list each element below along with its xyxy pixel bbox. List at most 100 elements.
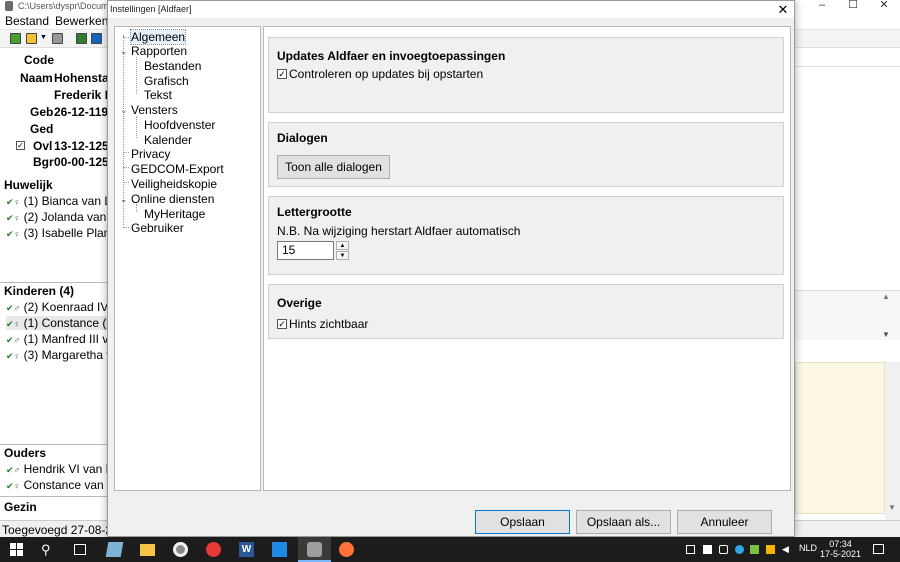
taskbar: ⚲ W ◀ NLD 07:34 17-5-2021 xyxy=(0,537,900,562)
notes-area[interactable] xyxy=(795,362,885,514)
settings-content: Updates Aldfaer en invoegtoepassingen ✓ … xyxy=(263,26,791,491)
tree-item-gedcom-export[interactable]: GEDCOM-Export xyxy=(131,162,224,176)
list-item[interactable]: ✔♀ Constance van H xyxy=(6,478,108,492)
ovl-value: 13-12-125 xyxy=(54,139,108,153)
lettergrootte-note: N.B. Na wijziging herstart Aldfaer autom… xyxy=(277,224,521,238)
tree-item-algemeen[interactable]: Algemeen xyxy=(129,29,187,45)
tree-item-hoofdvenster[interactable]: Hoofdvenster xyxy=(144,118,215,132)
right-pane: ▲ ▼ ▼ xyxy=(795,48,900,520)
check-icon: ✔♀ xyxy=(6,213,21,223)
save-icon[interactable] xyxy=(52,33,63,44)
chevron-down-icon[interactable]: ▼ xyxy=(882,330,890,339)
naam-label: Naam xyxy=(20,71,53,85)
language-indicator[interactable]: NLD xyxy=(799,543,817,553)
settings-tree: Algemeen ⌄ Rapporten Bestanden Grafisch … xyxy=(114,26,261,491)
tree-item-rapporten[interactable]: Rapporten xyxy=(131,44,187,58)
tree-item-vensters[interactable]: Vensters xyxy=(131,103,178,117)
close-icon[interactable]: ✕ xyxy=(874,0,894,13)
print-icon[interactable] xyxy=(91,33,102,44)
app-icon[interactable] xyxy=(206,542,221,557)
open-folder-icon[interactable] xyxy=(26,33,37,44)
tray-icon[interactable] xyxy=(735,545,744,554)
scrollbar[interactable] xyxy=(885,362,900,520)
dialog-title: Instellingen [Aldfaer] xyxy=(110,4,192,14)
menu-bestand[interactable]: Bestand xyxy=(5,14,49,28)
collapse-icon[interactable]: ⌄ xyxy=(120,105,128,116)
chevron-down-icon[interactable]: ▼ xyxy=(40,34,47,41)
clock[interactable]: 07:34 17-5-2021 xyxy=(818,539,863,559)
settings-app-icon[interactable] xyxy=(173,542,188,557)
menu-bewerken[interactable]: Bewerken xyxy=(55,14,108,28)
word-icon[interactable]: W xyxy=(239,542,254,557)
tree-item-online-diensten[interactable]: Online diensten xyxy=(131,192,214,206)
tray-icon[interactable] xyxy=(686,545,695,554)
list-item[interactable]: ✔♂ Hendrik VI van H xyxy=(6,462,108,476)
tree-item-myheritage[interactable]: MyHeritage xyxy=(144,207,205,221)
updates-checkbox[interactable]: ✓ xyxy=(277,69,287,79)
check-icon: ✔♂ xyxy=(6,335,21,345)
cancel-button[interactable]: Annuleer xyxy=(677,510,772,534)
spin-up-icon[interactable]: ▲ xyxy=(336,241,349,250)
overige-panel: Overige ✓ Hints zichtbaar xyxy=(268,284,784,339)
font-size-input[interactable]: 15 xyxy=(277,241,334,260)
spin-down-icon[interactable]: ▼ xyxy=(336,251,349,260)
right-header xyxy=(795,54,900,67)
check-icon: ✔♀ xyxy=(6,319,21,329)
list-item[interactable]: ✔♀ (3) Isabelle Plant xyxy=(6,226,108,240)
tree-item-privacy[interactable]: Privacy xyxy=(131,147,170,161)
settings-dialog: Instellingen [Aldfaer] ✕ Algemeen ⌄ Rapp… xyxy=(107,0,795,537)
maximize-icon[interactable]: ☐ xyxy=(843,0,863,13)
dialogen-panel: Dialogen Toon alle dialogen xyxy=(268,122,784,187)
tray-icon[interactable] xyxy=(719,545,728,554)
tree-line xyxy=(136,116,137,138)
search-icon[interactable]: ⚲ xyxy=(41,542,56,557)
firefox-icon[interactable] xyxy=(339,542,354,557)
volume-icon[interactable]: ◀ xyxy=(782,545,791,554)
updates-panel: Updates Aldfaer en invoegtoepassingen ✓ … xyxy=(268,37,784,113)
lettergrootte-panel: Lettergrootte N.B. Na wijziging herstart… xyxy=(268,196,784,275)
updates-checkbox-label[interactable]: Controleren op updates bij opstarten xyxy=(289,67,483,81)
dialogen-title: Dialogen xyxy=(277,131,328,145)
tree-item-bestanden[interactable]: Bestanden xyxy=(144,59,201,73)
notification-icon[interactable] xyxy=(873,544,884,554)
huwelijk-title: Huwelijk xyxy=(4,178,53,192)
hints-checkbox[interactable]: ✓ xyxy=(277,319,287,329)
list-item[interactable]: ✔♂ (2) Koenraad IV xyxy=(6,300,108,314)
tree-item-tekst[interactable]: Tekst xyxy=(144,88,172,102)
task-view-icon[interactable] xyxy=(74,544,86,555)
geb-value: 26-12-119 xyxy=(54,105,108,119)
tree-item-veiligheidskopie[interactable]: Veiligheidskopie xyxy=(131,177,217,191)
save-button[interactable]: Opslaan xyxy=(475,510,570,534)
tree-item-grafisch[interactable]: Grafisch xyxy=(144,74,189,88)
list-item[interactable]: ✔♂ (1) Manfred III v xyxy=(6,332,108,346)
scroll-up-icon[interactable]: ▲ xyxy=(882,292,890,301)
minimize-icon[interactable]: – xyxy=(812,0,832,13)
collapse-icon[interactable]: ⌄ xyxy=(120,46,128,57)
show-all-dialogs-button[interactable]: Toon alle dialogen xyxy=(277,155,390,179)
save-as-button[interactable]: Opslaan als... xyxy=(576,510,671,534)
close-icon[interactable]: ✕ xyxy=(772,1,794,18)
hints-checkbox-label[interactable]: Hints zichtbaar xyxy=(289,317,368,331)
tree-line xyxy=(123,182,129,183)
scroll-down-icon[interactable]: ▼ xyxy=(888,503,896,512)
app-icon[interactable] xyxy=(272,542,287,557)
file-explorer-icon[interactable] xyxy=(140,544,155,556)
check-icon: ✔♀ xyxy=(6,481,21,491)
tray-icon[interactable] xyxy=(766,545,775,554)
tree-item-kalender[interactable]: Kalender xyxy=(144,133,192,147)
shield-icon[interactable] xyxy=(703,545,712,554)
list-item[interactable]: ✔♀ (2) Jolanda van J xyxy=(6,210,108,224)
list-item[interactable]: ✔♀ (1) Constance (F xyxy=(6,316,108,330)
app-icon[interactable] xyxy=(105,542,124,557)
ovl-checkbox[interactable]: ✓ xyxy=(16,141,25,150)
tool-icon[interactable] xyxy=(76,33,87,44)
list-item[interactable]: ✔♀ (1) Bianca van La xyxy=(6,194,108,208)
check-icon: ✔♀ xyxy=(6,351,21,361)
windows-start-icon[interactable] xyxy=(10,543,23,556)
tray-icon[interactable] xyxy=(750,545,759,554)
tree-item-gebruiker[interactable]: Gebruiker xyxy=(131,221,184,235)
collapse-icon[interactable]: ⌄ xyxy=(120,194,128,205)
lettergrootte-title: Lettergrootte xyxy=(277,205,352,219)
list-item[interactable]: ✔♀ (3) Margaretha v xyxy=(6,348,108,362)
new-icon[interactable] xyxy=(10,33,21,44)
